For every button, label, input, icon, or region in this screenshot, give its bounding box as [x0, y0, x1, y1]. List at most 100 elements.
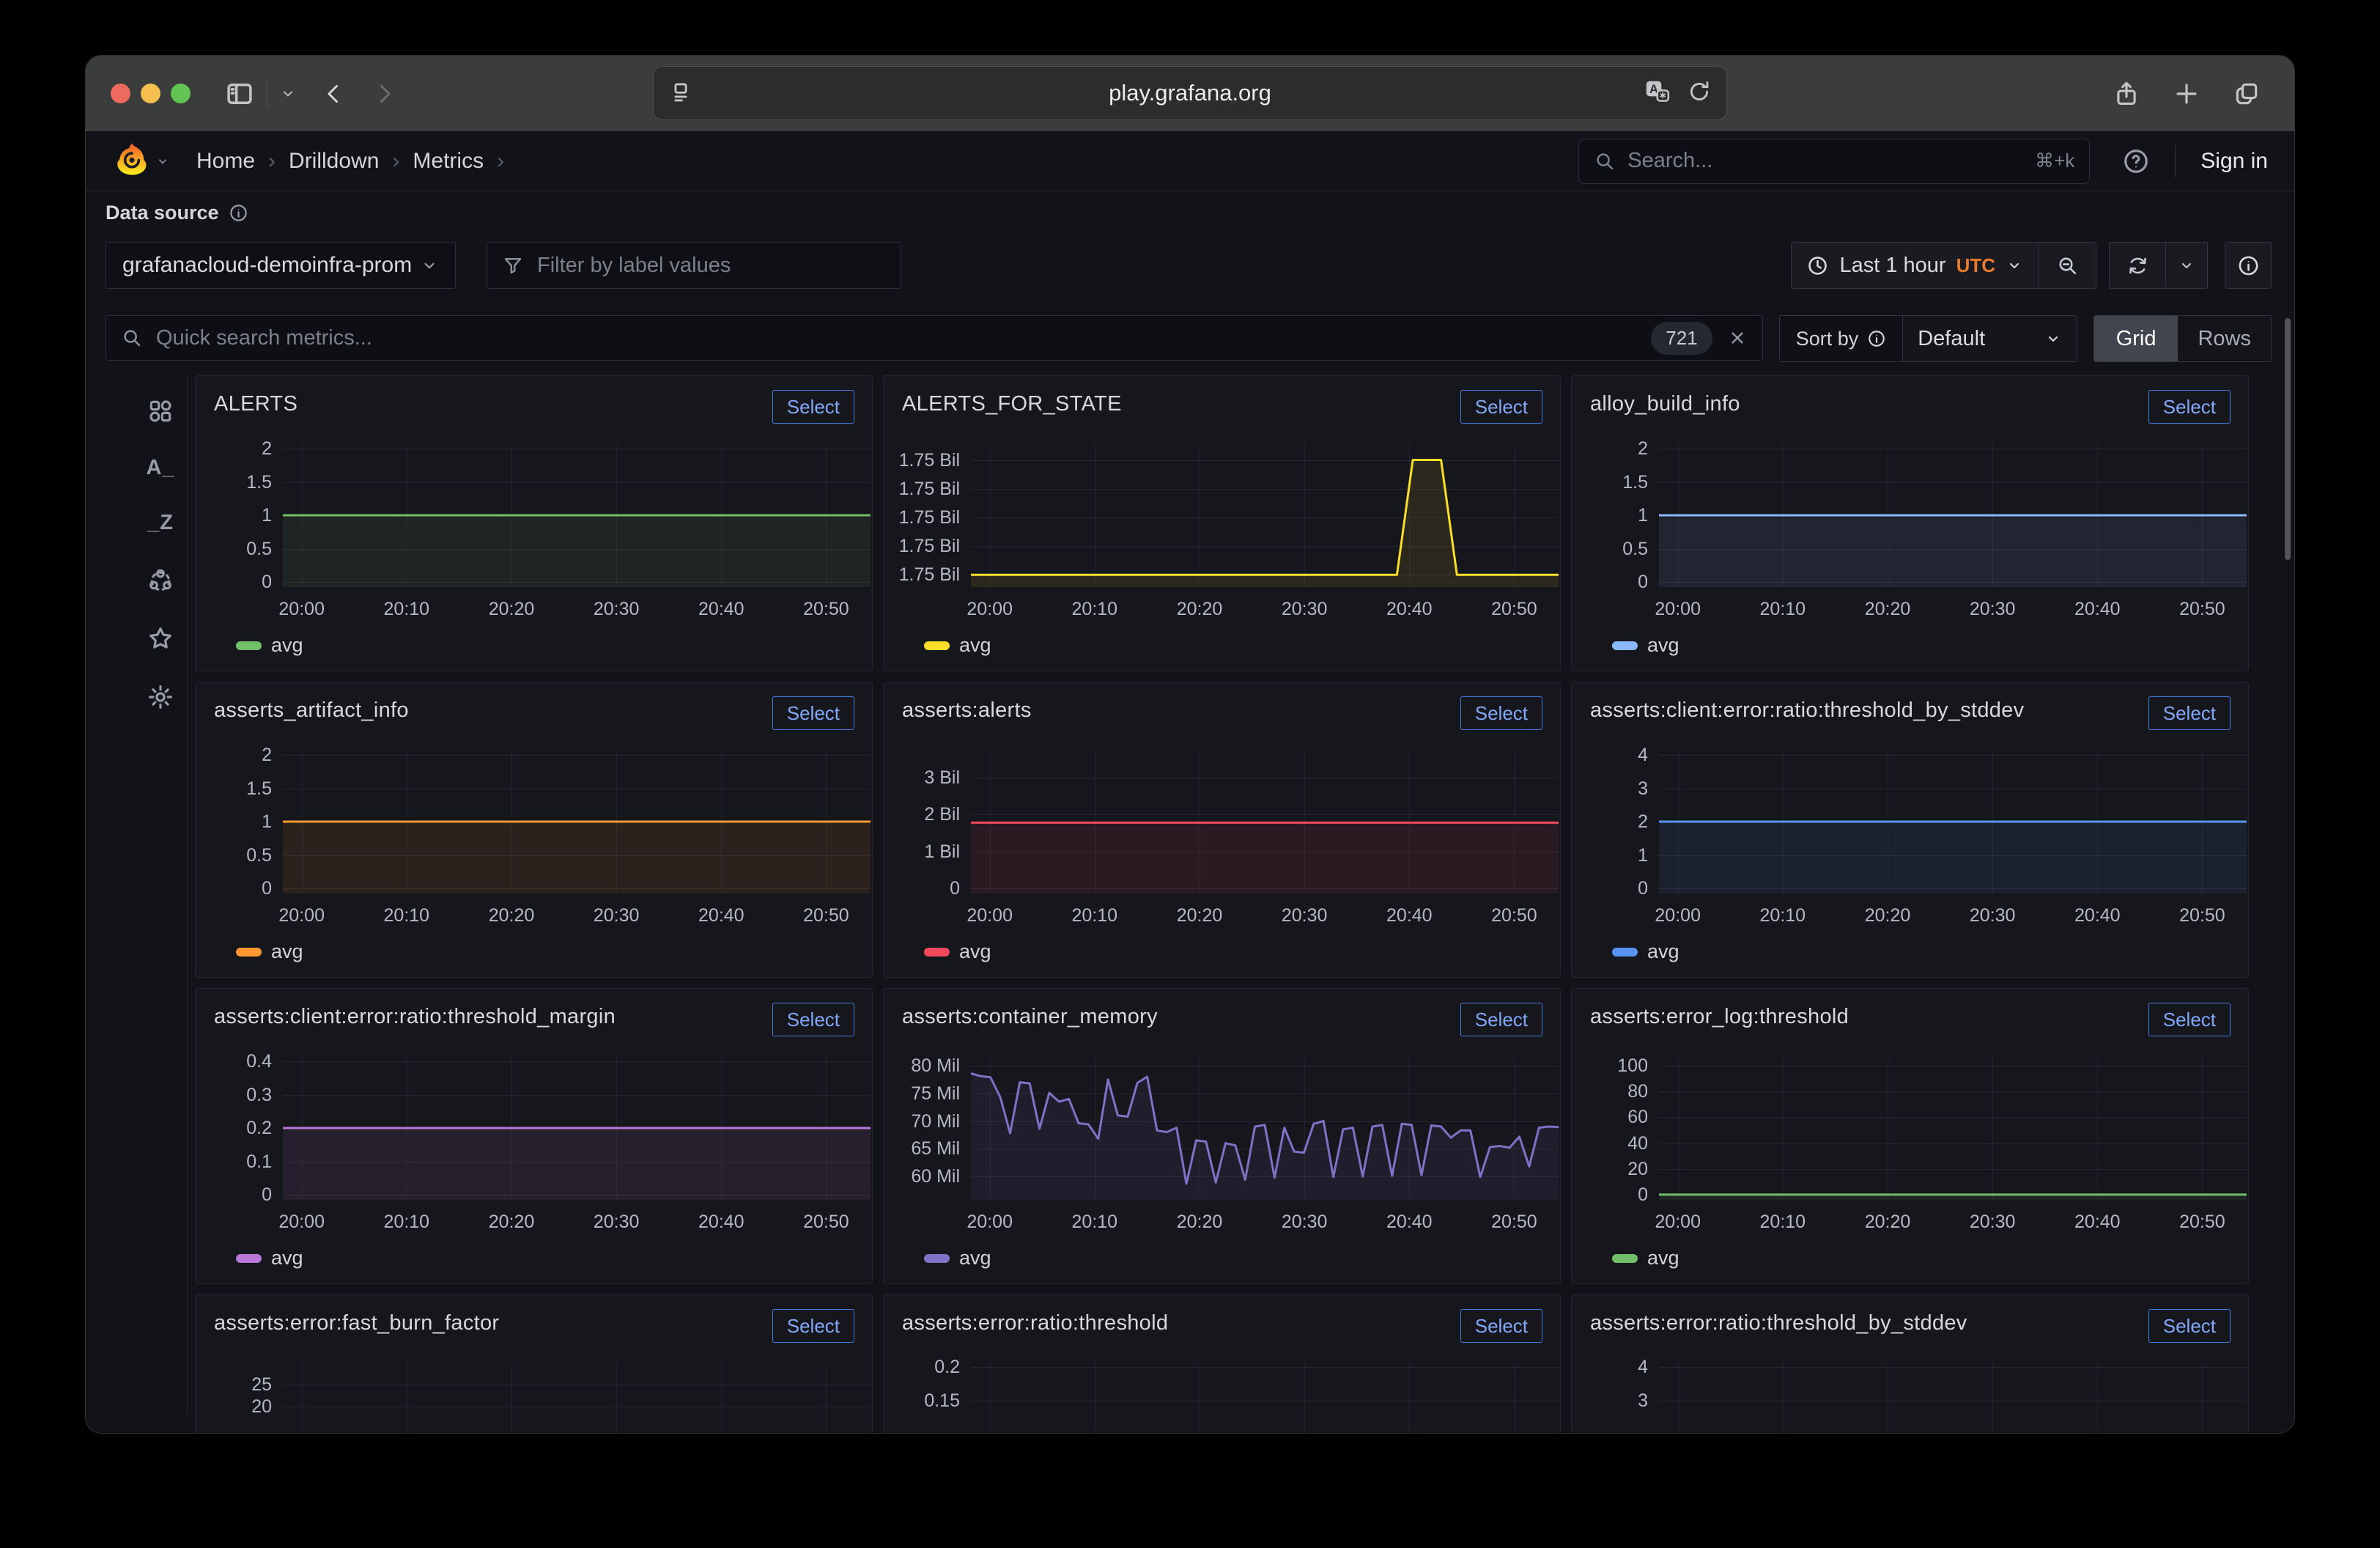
quick-search-input[interactable] [155, 325, 1639, 351]
legend-item[interactable]: avg [1612, 1247, 1679, 1269]
panel-select-button[interactable]: Select [2148, 390, 2231, 424]
legend-color [924, 641, 950, 650]
panel-info-button[interactable] [2225, 243, 2271, 288]
x-axis-label: 20:00 [946, 1212, 1034, 1233]
close-window-button[interactable] [111, 84, 130, 103]
tab-overview-icon[interactable] [2233, 80, 2261, 108]
quick-search-box[interactable]: 721 [106, 315, 1763, 361]
grafana-logo[interactable] [115, 142, 149, 180]
refresh-interval-chevron-icon[interactable] [2166, 243, 2207, 288]
legend-item[interactable]: avg [924, 940, 991, 963]
new-tab-icon[interactable] [2173, 80, 2200, 108]
grafana-header: Home › Drilldown › Metrics › ⌘+k Sign in [86, 131, 2294, 191]
y-axis-label: 3 [1572, 778, 1648, 800]
panel-title: alloy_build_info [1590, 392, 1740, 416]
sidebar-rail: A_ _Z [134, 375, 188, 1416]
y-axis-label: 75 Mil [884, 1083, 960, 1105]
view-rows-button[interactable]: Rows [2178, 316, 2271, 361]
legend-item[interactable]: avg [236, 1247, 303, 1269]
gridline [1409, 1363, 1410, 1434]
panel-select-button[interactable]: Select [772, 1003, 854, 1036]
label-values-input[interactable] [536, 253, 886, 279]
y-axis-label: 0.15 [884, 1390, 960, 1412]
sort-select[interactable]: Default [1903, 316, 2076, 361]
panel-select-button[interactable]: Select [772, 1309, 854, 1343]
panel-select-button[interactable]: Select [1460, 696, 1542, 730]
gridline [2097, 1363, 2098, 1434]
search-icon [121, 327, 143, 349]
legend-item[interactable]: avg [1612, 634, 1679, 657]
suffix-filter-icon[interactable]: _Z [147, 511, 174, 535]
breadcrumb-separator: › [497, 149, 504, 174]
breadcrumb-home[interactable]: Home [196, 149, 255, 174]
legend-color [1612, 641, 1638, 650]
breadcrumb-metrics[interactable]: Metrics [413, 149, 484, 174]
panel-select-button[interactable]: Select [2148, 1003, 2231, 1036]
panel-select-button[interactable]: Select [2148, 1309, 2231, 1343]
data-source-select[interactable]: grafanacloud-demoinfra-prom [106, 242, 456, 289]
sidebar-chevron-icon[interactable] [279, 85, 297, 103]
search-input[interactable] [1626, 148, 2025, 174]
address-bar[interactable]: play.grafana.org A✱ [653, 66, 1727, 120]
legend-item[interactable]: avg [924, 634, 991, 657]
all-metrics-icon[interactable] [147, 397, 174, 425]
info-icon[interactable] [1867, 329, 1886, 348]
x-axis-label: 20:10 [1051, 599, 1139, 620]
zoom-out-button[interactable] [2039, 243, 2096, 288]
panel-select-button[interactable]: Select [772, 696, 854, 730]
time-range-button[interactable]: Last 1 hour UTC [1792, 243, 2038, 288]
panel-title: asserts:error:ratio:threshold_by_stddev [1590, 1311, 1967, 1335]
global-search-input[interactable]: ⌘+k [1578, 139, 2090, 184]
info-button-group [2225, 242, 2272, 289]
x-axis-label: 20:50 [1470, 599, 1558, 620]
panel-select-button[interactable]: Select [772, 390, 854, 424]
back-button[interactable] [322, 81, 347, 106]
legend-item[interactable]: avg [1612, 940, 1679, 963]
x-axis-label: 20:10 [363, 905, 451, 926]
forward-button[interactable] [372, 81, 396, 106]
refresh-button[interactable] [2110, 243, 2165, 288]
panel-select-button[interactable]: Select [1460, 390, 1542, 424]
y-axis-label: 2 [196, 744, 272, 766]
x-axis-label: 20:30 [1948, 599, 2036, 620]
info-icon[interactable] [229, 203, 248, 223]
clear-search-icon[interactable] [1727, 328, 1748, 348]
sign-in-button[interactable]: Sign in [2196, 148, 2272, 174]
panel-title: asserts:error_log:threshold [1590, 1005, 1849, 1029]
legend-label: avg [959, 634, 991, 657]
view-grid-button[interactable]: Grid [2094, 316, 2178, 361]
metric-panel: ALERTS_FOR_STATESelect1.75 Bil1.75 Bil1.… [883, 375, 1561, 671]
y-axis-label: 70 Mil [884, 1110, 960, 1132]
legend-label: avg [1647, 940, 1679, 963]
zoom-window-button[interactable] [171, 84, 191, 103]
panel-select-button[interactable]: Select [1460, 1003, 1542, 1036]
y-axis-label: 100 [1572, 1055, 1648, 1077]
metric-panel: asserts_artifact_infoSelect21.510.5020:0… [195, 682, 873, 978]
prefix-filter-icon[interactable]: A_ [146, 456, 174, 480]
org-switcher-chevron-icon[interactable] [155, 154, 170, 169]
settings-gear-icon[interactable] [147, 683, 174, 711]
url-text[interactable]: play.grafana.org [654, 80, 1726, 106]
group-by-icon[interactable] [147, 566, 174, 594]
x-axis-label: 20:30 [1260, 1212, 1348, 1233]
panel-select-button[interactable]: Select [1460, 1309, 1542, 1343]
sidebar-toggle-icon[interactable] [224, 78, 255, 109]
y-axis-label: 0 [1572, 1184, 1648, 1206]
gridline [990, 1363, 991, 1434]
y-axis-label: 0 [196, 1184, 272, 1206]
share-icon[interactable] [2113, 80, 2140, 108]
legend-item[interactable]: avg [924, 1247, 991, 1269]
x-axis-label: 20:30 [1260, 599, 1348, 620]
label-filter-input[interactable] [487, 242, 901, 289]
scrollbar[interactable] [2285, 318, 2291, 560]
minimize-window-button[interactable] [141, 84, 160, 103]
x-axis-label: 20:30 [1948, 905, 2036, 926]
panel-select-button[interactable]: Select [2148, 696, 2231, 730]
legend-item[interactable]: avg [236, 940, 303, 963]
favorites-star-icon[interactable] [147, 624, 174, 652]
gridline [2202, 1363, 2203, 1434]
legend-item[interactable]: avg [236, 634, 303, 657]
breadcrumb-drilldown[interactable]: Drilldown [289, 149, 379, 174]
help-icon[interactable] [2118, 147, 2154, 176]
gridline [1304, 1363, 1305, 1434]
